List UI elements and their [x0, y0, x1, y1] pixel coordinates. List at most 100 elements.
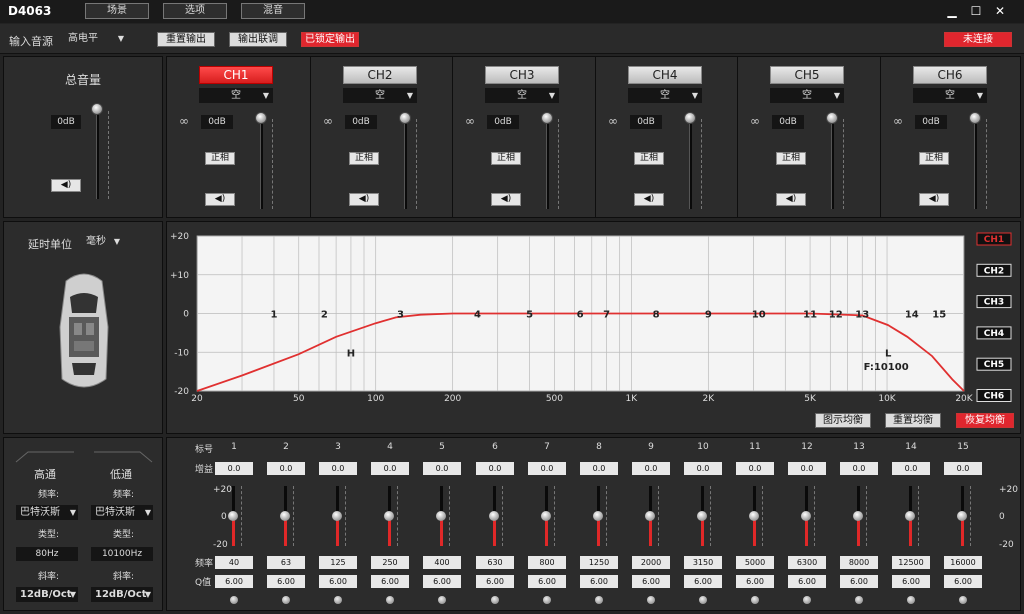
graph-lowpass-marker[interactable]: L [885, 348, 892, 359]
band-q-value[interactable]: 6.00 [840, 575, 878, 588]
band-q-value[interactable]: 6.00 [684, 575, 722, 588]
graph-band-marker[interactable]: 12 [829, 310, 843, 321]
band-bypass-knob[interactable] [699, 596, 707, 604]
band-freq-value[interactable]: 6300 [788, 556, 826, 569]
band-q-value[interactable]: 6.00 [788, 575, 826, 588]
channel-volume-track[interactable] [546, 119, 549, 209]
band-gain-value[interactable]: 0.0 [215, 462, 253, 475]
graph-channel-label[interactable]: CH6 [984, 392, 1004, 402]
graph-band-marker[interactable]: 13 [855, 310, 869, 321]
channel-select-button[interactable]: CH2 [343, 66, 417, 84]
graph-band-marker[interactable]: 4 [474, 310, 481, 321]
band-gain-value[interactable]: 0.0 [944, 462, 982, 475]
band-gain-knob[interactable] [697, 511, 707, 521]
master-volume-track[interactable] [96, 111, 99, 199]
band-gain-value[interactable]: 0.0 [580, 462, 618, 475]
link-icon[interactable]: ∞ [323, 114, 333, 128]
reset-eq-button[interactable]: 重置均衡 [885, 413, 941, 428]
band-gain-value[interactable]: 0.0 [319, 462, 357, 475]
band-q-value[interactable]: 6.00 [892, 575, 930, 588]
channel-select-button[interactable]: CH3 [485, 66, 559, 84]
band-q-value[interactable]: 6.00 [632, 575, 670, 588]
band-gain-value[interactable]: 0.0 [684, 462, 722, 475]
channel-type-select[interactable]: 空 ▼ [485, 88, 559, 103]
band-gain-knob[interactable] [593, 511, 603, 521]
band-freq-value[interactable]: 5000 [736, 556, 774, 569]
band-q-value[interactable]: 6.00 [476, 575, 514, 588]
highpass-type-select[interactable]: 巴特沃斯 ▼ [16, 505, 78, 520]
band-q-value[interactable]: 6.00 [528, 575, 566, 588]
master-volume-knob[interactable] [91, 103, 103, 115]
band-freq-value[interactable]: 630 [476, 556, 514, 569]
band-q-value[interactable]: 6.00 [580, 575, 618, 588]
graph-highpass-marker[interactable]: H [347, 348, 355, 359]
band-gain-value[interactable]: 0.0 [371, 462, 409, 475]
band-gain-knob[interactable] [957, 511, 967, 521]
master-mute-button[interactable]: ◀) [51, 179, 81, 192]
channel-volume-knob[interactable] [255, 112, 267, 124]
phase-button[interactable]: 正相 [349, 152, 379, 165]
phase-button[interactable]: 正相 [919, 152, 949, 165]
lowpass-type-select[interactable]: 巴特沃斯 ▼ [91, 505, 153, 520]
close-icon[interactable]: ✕ [990, 3, 1010, 19]
band-q-value[interactable]: 6.00 [423, 575, 461, 588]
band-bypass-knob[interactable] [647, 596, 655, 604]
channel-volume-track[interactable] [831, 119, 834, 209]
band-gain-knob[interactable] [228, 511, 238, 521]
maximize-icon[interactable]: ☐ [966, 3, 986, 19]
band-gain-knob[interactable] [541, 511, 551, 521]
link-icon[interactable]: ∞ [750, 114, 760, 128]
band-gain-knob[interactable] [280, 511, 290, 521]
band-gain-value[interactable]: 0.0 [736, 462, 774, 475]
band-freq-value[interactable]: 1250 [580, 556, 618, 569]
band-gain-knob[interactable] [332, 511, 342, 521]
channel-select-button[interactable]: CH4 [628, 66, 702, 84]
graph-band-marker[interactable]: 6 [577, 310, 584, 321]
band-freq-value[interactable]: 2000 [632, 556, 670, 569]
channel-mute-button[interactable]: ◀) [491, 193, 521, 206]
band-bypass-knob[interactable] [438, 596, 446, 604]
channel-mute-button[interactable]: ◀) [205, 193, 235, 206]
phase-button[interactable]: 正相 [491, 152, 521, 165]
channel-select-button[interactable]: CH5 [770, 66, 844, 84]
band-bypass-knob[interactable] [491, 596, 499, 604]
channel-volume-track[interactable] [260, 119, 263, 209]
band-q-value[interactable]: 6.00 [944, 575, 982, 588]
graph-channel-label[interactable]: CH1 [984, 235, 1004, 245]
menu-options-button[interactable]: 选项 [163, 3, 227, 19]
band-gain-knob[interactable] [436, 511, 446, 521]
band-bypass-knob[interactable] [855, 596, 863, 604]
link-icon[interactable]: ∞ [465, 114, 475, 128]
band-q-value[interactable]: 6.00 [215, 575, 253, 588]
band-q-value[interactable]: 6.00 [319, 575, 357, 588]
band-freq-value[interactable]: 63 [267, 556, 305, 569]
channel-mute-button[interactable]: ◀) [349, 193, 379, 206]
graph-band-marker[interactable]: 2 [321, 310, 328, 321]
menu-mix-button[interactable]: 混音 [241, 3, 305, 19]
graph-band-marker[interactable]: 9 [705, 310, 712, 321]
channel-type-select[interactable]: 空 ▼ [199, 88, 273, 103]
delay-unit-select[interactable]: 毫秒 ▼ [82, 234, 122, 249]
band-gain-value[interactable]: 0.0 [788, 462, 826, 475]
channel-volume-knob[interactable] [826, 112, 838, 124]
band-gain-knob[interactable] [853, 511, 863, 521]
band-q-value[interactable]: 6.00 [736, 575, 774, 588]
connection-status-button[interactable]: 未连接 [944, 32, 1012, 47]
band-gain-value[interactable]: 0.0 [267, 462, 305, 475]
band-bypass-knob[interactable] [803, 596, 811, 604]
channel-volume-track[interactable] [974, 119, 977, 209]
channel-volume-knob[interactable] [684, 112, 696, 124]
band-freq-value[interactable]: 800 [528, 556, 566, 569]
band-bypass-knob[interactable] [282, 596, 290, 604]
graph-channel-label[interactable]: CH4 [984, 329, 1004, 339]
channel-volume-knob[interactable] [399, 112, 411, 124]
phase-button[interactable]: 正相 [205, 152, 235, 165]
graph-channel-label[interactable]: CH5 [984, 360, 1004, 370]
input-source-select[interactable]: 高电平 ▼ [64, 31, 128, 46]
band-q-value[interactable]: 6.00 [267, 575, 305, 588]
graph-band-marker[interactable]: 1 [270, 310, 277, 321]
band-bypass-knob[interactable] [334, 596, 342, 604]
phase-button[interactable]: 正相 [634, 152, 664, 165]
band-freq-value[interactable]: 12500 [892, 556, 930, 569]
graph-channel-label[interactable]: CH2 [984, 266, 1004, 276]
